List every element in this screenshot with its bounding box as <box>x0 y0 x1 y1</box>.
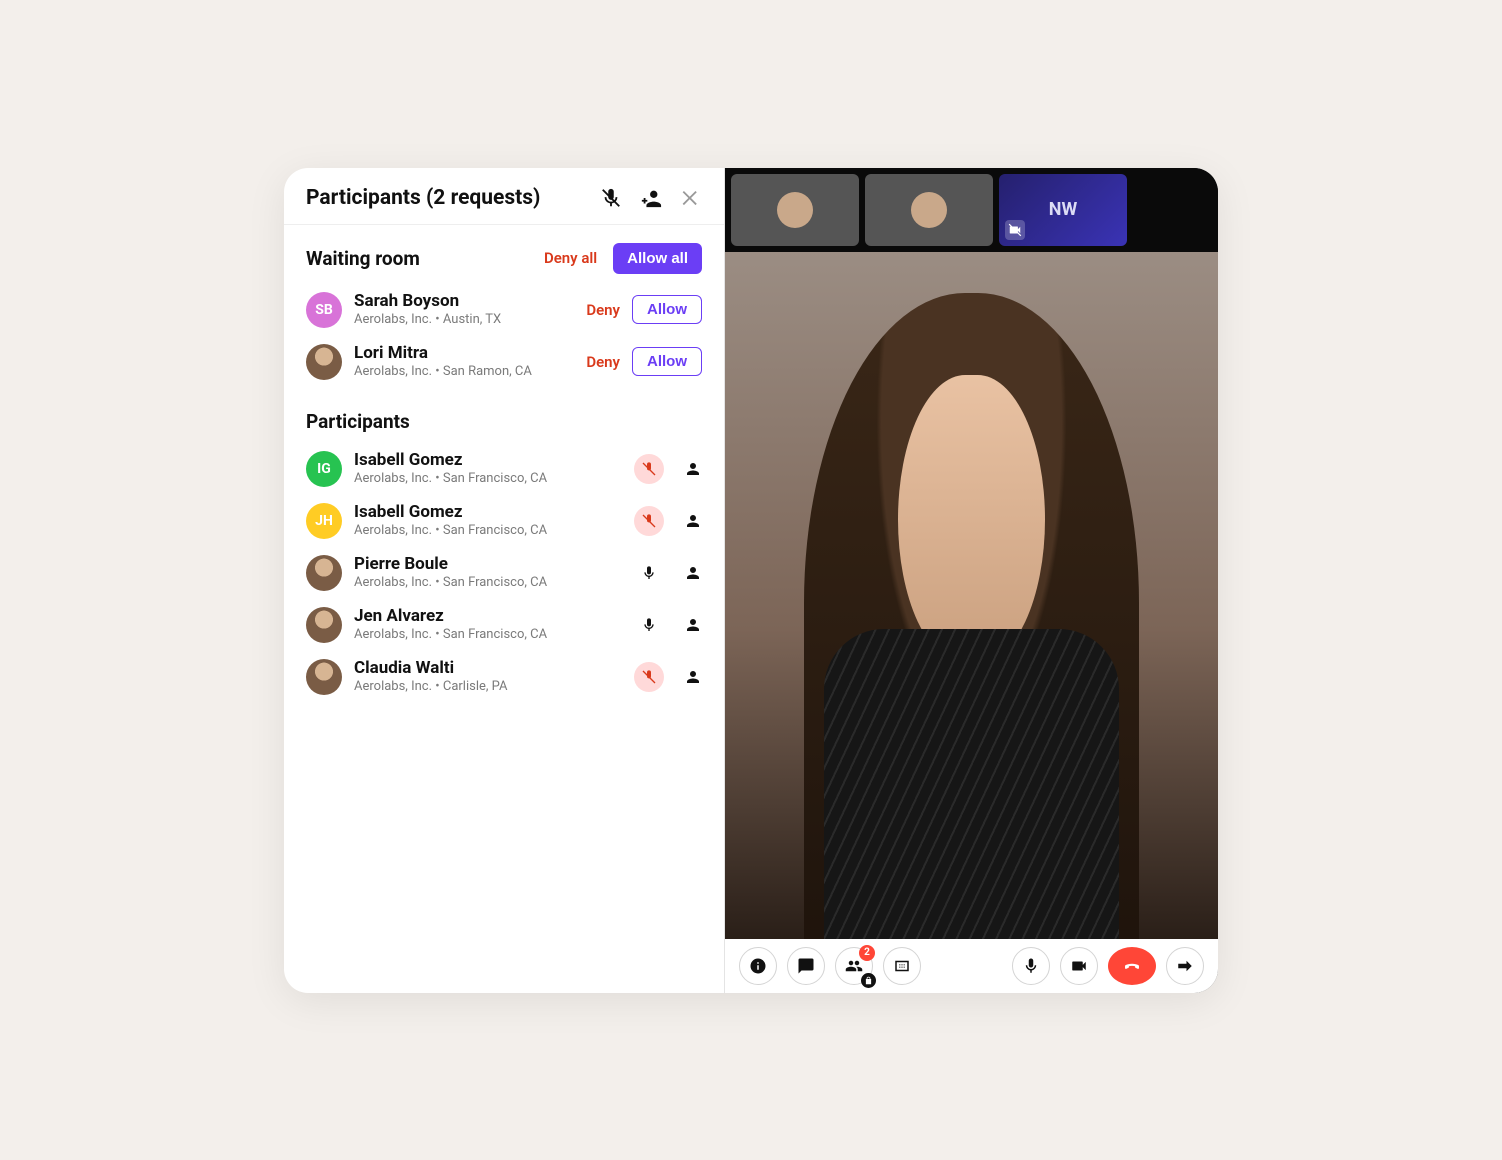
video-thumbnail[interactable] <box>731 174 859 246</box>
participants-header: Participants (2 requests) <box>284 168 724 225</box>
camera-button[interactable] <box>1060 947 1098 985</box>
avatar: IG <box>306 451 342 487</box>
participant-item: IG Isabell GomezAerolabs, Inc. • San Fran… <box>306 443 702 495</box>
participant-options-icon[interactable] <box>684 460 702 478</box>
participants-body: Waiting room Deny all Allow all SB Sarah … <box>284 225 724 717</box>
participant-subtitle: Aerolabs, Inc. • San Ramon, CA <box>354 364 574 379</box>
mic-muted-icon[interactable] <box>634 454 664 484</box>
waiting-room-item: Lori MitraAerolabs, Inc. • San Ramon, CA… <box>306 336 702 388</box>
main-video[interactable] <box>725 252 1218 939</box>
participant-subtitle: Aerolabs, Inc. • San Francisco, CA <box>354 523 622 538</box>
allow-all-button[interactable]: Allow all <box>613 243 702 274</box>
avatar <box>306 344 342 380</box>
mute-all-icon[interactable] <box>600 187 622 209</box>
video-call-app: Participants (2 requests) Wai <box>284 168 1218 993</box>
participant-name: Claudia Walti <box>354 659 622 678</box>
avatar: SB <box>306 292 342 328</box>
participant-name: Jen Alvarez <box>354 607 622 626</box>
video-thumbnail[interactable] <box>865 174 993 246</box>
participants-title: Participants (2 requests) <box>306 186 540 210</box>
allow-button[interactable]: Allow <box>632 295 702 324</box>
dialpad-button[interactable] <box>883 947 921 985</box>
avatar <box>306 555 342 591</box>
mic-on-icon[interactable] <box>634 610 664 640</box>
participants-panel: Participants (2 requests) Wai <box>284 168 725 993</box>
participant-item: Pierre BouleAerolabs, Inc. • San Francis… <box>306 547 702 599</box>
video-thumbnail-nw[interactable]: NW <box>999 174 1127 246</box>
participant-options-icon[interactable] <box>684 668 702 686</box>
thumbnail-initials: NW <box>1049 199 1077 220</box>
avatar <box>306 607 342 643</box>
participant-options-icon[interactable] <box>684 616 702 634</box>
close-icon[interactable] <box>680 187 702 209</box>
participants-section-title: Participants <box>306 410 410 433</box>
add-participant-icon[interactable] <box>640 187 662 209</box>
participant-subtitle: Aerolabs, Inc. • San Francisco, CA <box>354 471 622 486</box>
deny-all-button[interactable]: Deny all <box>544 249 597 267</box>
share-button[interactable] <box>1166 947 1204 985</box>
call-toolbar: 2 <box>725 939 1218 993</box>
avatar: JH <box>306 503 342 539</box>
participant-name: Pierre Boule <box>354 555 622 574</box>
mic-on-icon[interactable] <box>634 558 664 588</box>
participant-name: Isabell Gomez <box>354 503 622 522</box>
mic-muted-icon[interactable] <box>634 506 664 536</box>
chat-button[interactable] <box>787 947 825 985</box>
deny-button[interactable]: Deny <box>586 353 620 371</box>
mic-button[interactable] <box>1012 947 1050 985</box>
participant-options-icon[interactable] <box>684 512 702 530</box>
participants-badge: 2 <box>859 945 875 961</box>
avatar <box>306 659 342 695</box>
participant-options-icon[interactable] <box>684 564 702 582</box>
waiting-room-section: Waiting room Deny all Allow all SB Sarah … <box>306 243 702 388</box>
participants-header-actions <box>600 187 702 209</box>
video-pane: NW <box>725 168 1218 993</box>
participant-name: Isabell Gomez <box>354 451 622 470</box>
waiting-room-title: Waiting room <box>306 247 420 270</box>
participant-subtitle: Aerolabs, Inc. • San Francisco, CA <box>354 627 622 642</box>
participant-name: Lori Mitra <box>354 344 574 363</box>
participant-subtitle: Aerolabs, Inc. • Austin, TX <box>354 312 574 327</box>
thumbnail-strip: NW <box>725 168 1218 252</box>
participant-item: Claudia WaltiAerolabs, Inc. • Carlisle, … <box>306 651 702 703</box>
participants-button[interactable]: 2 <box>835 947 873 985</box>
participant-name: Sarah Boyson <box>354 292 574 311</box>
participant-item: JH Isabell GomezAerolabs, Inc. • San Fran… <box>306 495 702 547</box>
mic-muted-icon[interactable] <box>634 662 664 692</box>
allow-button[interactable]: Allow <box>632 347 702 376</box>
participant-subtitle: Aerolabs, Inc. • Carlisle, PA <box>354 679 622 694</box>
waiting-room-item: SB Sarah BoysonAerolabs, Inc. • Austin, T… <box>306 284 702 336</box>
participant-subtitle: Aerolabs, Inc. • San Francisco, CA <box>354 575 622 590</box>
participant-item: Jen AlvarezAerolabs, Inc. • San Francisc… <box>306 599 702 651</box>
lock-icon <box>861 973 876 988</box>
camera-off-icon <box>1005 220 1025 240</box>
end-call-button[interactable] <box>1108 947 1156 985</box>
deny-button[interactable]: Deny <box>586 301 620 319</box>
info-button[interactable] <box>739 947 777 985</box>
participants-section: Participants IGIsabell GomezAerolabs, In… <box>306 410 702 703</box>
